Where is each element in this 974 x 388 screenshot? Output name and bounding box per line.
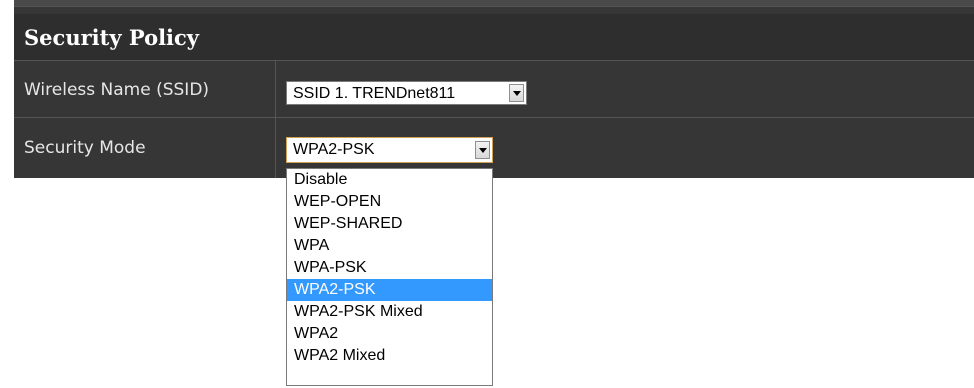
ssid-select-value: SSID 1. TRENDnet811 [293, 85, 456, 102]
security-mode-label-cell: Security Mode [14, 118, 276, 178]
security-policy-panel: Security Policy Wireless Name (SSID) SSI… [14, 0, 974, 178]
option-wpa2-mixed[interactable]: WPA2 Mixed [287, 345, 492, 367]
panel-header: Security Policy [14, 14, 974, 61]
ssid-label-cell: Wireless Name (SSID) [14, 61, 276, 117]
security-mode-select-value: WPA2-PSK [293, 141, 375, 158]
option-wpa[interactable]: WPA [287, 235, 492, 257]
ssid-row: Wireless Name (SSID) SSID 1. TRENDnet811 [14, 61, 974, 118]
security-mode-label: Security Mode [24, 138, 146, 158]
ssid-select[interactable]: SSID 1. TRENDnet811 [286, 81, 527, 105]
ssid-label: Wireless Name (SSID) [24, 80, 210, 100]
option-wpa2[interactable]: WPA2 [287, 323, 492, 345]
option-disable[interactable]: Disable [287, 169, 492, 191]
security-mode-select[interactable]: WPA2-PSK [286, 137, 493, 163]
panel-title: Security Policy [24, 25, 200, 50]
chevron-down-icon[interactable] [475, 141, 490, 159]
top-divider [14, 0, 974, 7]
security-mode-row: Security Mode WPA2-PSK [14, 118, 974, 178]
chevron-down-icon[interactable] [509, 84, 524, 102]
option-wpa2-psk-mixed[interactable]: WPA2-PSK Mixed [287, 301, 492, 323]
security-mode-dropdown-list: Disable WEP-OPEN WEP-SHARED WPA WPA-PSK … [286, 168, 493, 386]
option-wpa2-psk[interactable]: WPA2-PSK [287, 279, 492, 301]
option-wep-open[interactable]: WEP-OPEN [287, 191, 492, 213]
option-wpa-psk[interactable]: WPA-PSK [287, 257, 492, 279]
option-wep-shared[interactable]: WEP-SHARED [287, 213, 492, 235]
